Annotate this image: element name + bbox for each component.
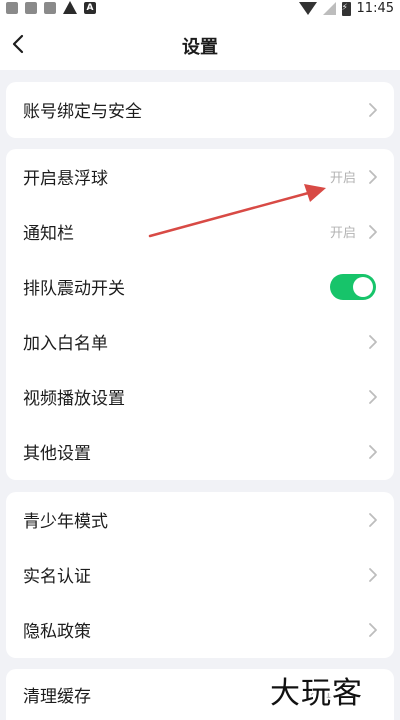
toggle-knob bbox=[353, 276, 373, 297]
battery-charging-icon bbox=[341, 1, 351, 16]
chevron-right-icon bbox=[369, 622, 377, 637]
settings-item-label: 隐私政策 bbox=[23, 622, 91, 642]
chevron-right-icon bbox=[369, 334, 377, 349]
status-system-icons: 11:45 bbox=[298, 0, 394, 17]
chevron-right-icon bbox=[369, 444, 377, 459]
settings-item-label: 视频播放设置 bbox=[23, 389, 125, 409]
chevron-right-icon bbox=[369, 389, 377, 404]
settings-item-whitelist[interactable]: 加入白名单 bbox=[6, 314, 394, 369]
settings-item-value: 开启 bbox=[329, 226, 356, 241]
signal-icon bbox=[322, 2, 336, 15]
settings-group-general: 开启悬浮球 开启 通知栏 开启 排队震动开关 加入白名单 视频播放设置 其他设置 bbox=[6, 149, 394, 480]
settings-item-other[interactable]: 其他设置 bbox=[6, 424, 394, 479]
settings-item-account-security[interactable]: 账号绑定与安全 bbox=[6, 82, 394, 137]
settings-item-real-name[interactable]: 实名认证 bbox=[6, 547, 394, 602]
settings-item-teen-mode[interactable]: 青少年模式 bbox=[6, 492, 394, 547]
app-notification-icon bbox=[25, 1, 37, 14]
status-notification-icons: A bbox=[6, 1, 96, 14]
settings-item-queue-vibration: 排队震动开关 bbox=[6, 259, 394, 314]
watermark-logo: 大玩客 bbox=[270, 676, 363, 711]
chevron-right-icon bbox=[369, 567, 377, 582]
settings-item-value: 开启 bbox=[329, 171, 356, 186]
app-notification-icon bbox=[44, 1, 56, 14]
chevron-right-icon bbox=[369, 169, 377, 184]
settings-item-label: 账号绑定与安全 bbox=[23, 102, 142, 122]
warning-icon bbox=[63, 1, 77, 14]
settings-group-privacy: 青少年模式 实名认证 隐私政策 bbox=[6, 492, 394, 658]
status-bar: A 11:45 bbox=[0, 0, 400, 18]
settings-group-account: 账号绑定与安全 bbox=[6, 82, 394, 138]
settings-item-label: 青少年模式 bbox=[23, 512, 108, 532]
page-title: 设置 bbox=[182, 37, 218, 58]
settings-item-notification-bar[interactable]: 通知栏 开启 bbox=[6, 204, 394, 259]
wifi-icon bbox=[298, 2, 317, 15]
settings-item-privacy-policy[interactable]: 隐私政策 bbox=[6, 602, 394, 657]
settings-item-label: 清理缓存 bbox=[23, 687, 91, 707]
chevron-right-icon bbox=[369, 512, 377, 527]
settings-item-label: 开启悬浮球 bbox=[23, 169, 108, 189]
settings-item-label: 通知栏 bbox=[23, 224, 74, 244]
settings-item-label: 实名认证 bbox=[23, 567, 91, 587]
a-app-icon: A bbox=[84, 1, 96, 14]
chevron-right-icon bbox=[369, 224, 377, 239]
queue-vibration-toggle[interactable] bbox=[330, 273, 376, 300]
status-time: 11:45 bbox=[356, 1, 394, 16]
settings-item-label: 其他设置 bbox=[23, 444, 91, 464]
settings-item-label: 加入白名单 bbox=[23, 334, 108, 354]
chevron-right-icon bbox=[369, 102, 377, 117]
settings-item-label: 排队震动开关 bbox=[23, 279, 125, 299]
settings-item-video-playback[interactable]: 视频播放设置 bbox=[6, 369, 394, 424]
nav-bar: 设置 bbox=[0, 18, 400, 70]
app-notification-icon bbox=[6, 1, 18, 14]
settings-item-floating-ball[interactable]: 开启悬浮球 开启 bbox=[6, 149, 394, 204]
